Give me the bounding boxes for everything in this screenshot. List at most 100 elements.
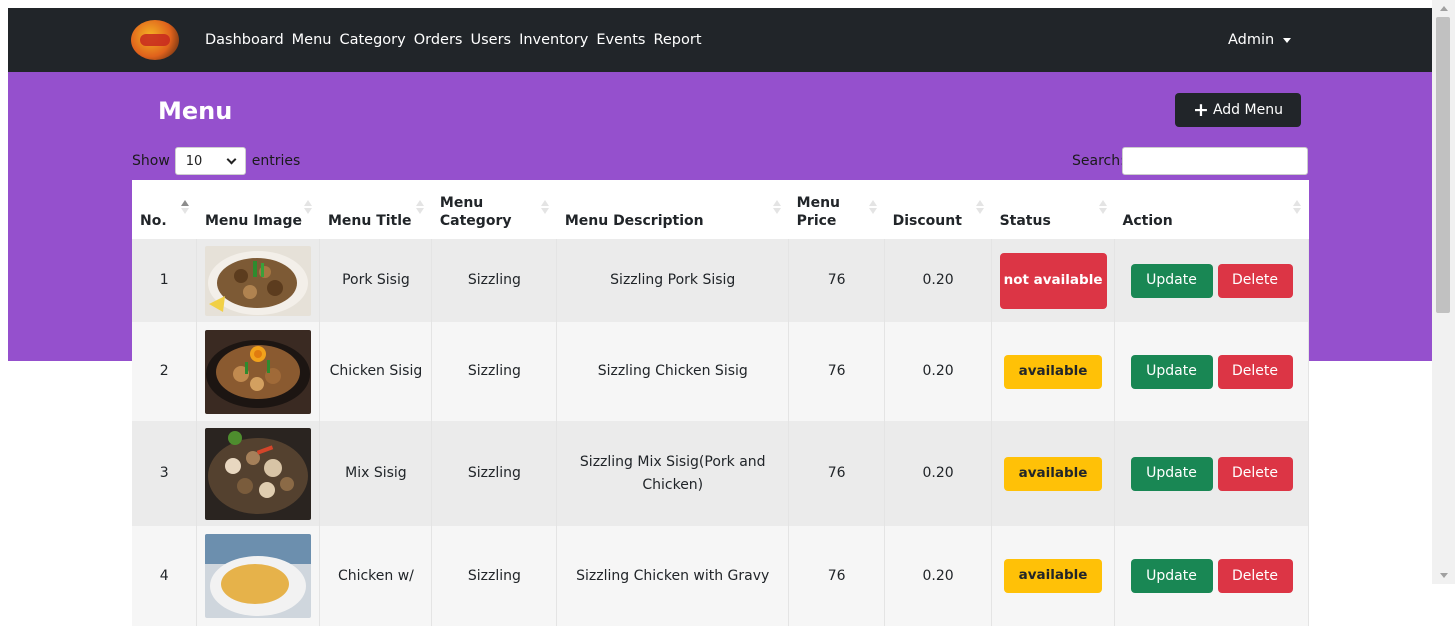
add-menu-button[interactable]: + Add Menu	[1175, 93, 1301, 127]
cell-title: Chicken w/	[319, 526, 433, 626]
sort-icon	[415, 200, 424, 216]
cell-price: 76	[788, 421, 886, 526]
table-row: 1 Pork Sisig Sizzling Sizzling Pork Sisi…	[132, 239, 1309, 322]
nav-link-category[interactable]: Category	[339, 32, 405, 48]
cell-price: 76	[788, 322, 886, 421]
page-title: Menu	[158, 97, 233, 125]
admin-label: Admin	[1228, 32, 1275, 48]
cell-description: Sizzling Mix Sisig(Pork and Chicken)	[556, 421, 790, 526]
sort-icon	[975, 200, 984, 216]
nav-link-dashboard[interactable]: Dashboard	[205, 32, 284, 48]
cell-status: available	[991, 421, 1116, 526]
cell-status: not available	[991, 239, 1116, 322]
sort-icon	[303, 200, 312, 216]
chicken-sisig-image	[205, 329, 312, 414]
update-button[interactable]: Update	[1130, 456, 1213, 491]
cell-discount: 0.20	[884, 526, 993, 626]
cell-image	[196, 239, 321, 322]
admin-dropdown[interactable]: Admin	[1228, 8, 1292, 72]
cell-image	[196, 526, 321, 626]
delete-button[interactable]: Delete	[1217, 559, 1293, 593]
cell-category: Sizzling	[431, 239, 558, 322]
cell-title: Mix Sisig	[319, 421, 433, 526]
entries-label: entries	[251, 153, 301, 169]
logo-emblem	[140, 34, 170, 46]
header-menu-category[interactable]: Menu Category	[431, 180, 557, 239]
add-menu-label: Add Menu	[1212, 102, 1283, 118]
sort-icon	[868, 200, 877, 216]
update-button[interactable]: Update	[1130, 263, 1213, 298]
cell-no: 4	[132, 526, 198, 626]
cell-no: 2	[132, 322, 198, 421]
cell-image	[196, 421, 321, 526]
cell-category: Sizzling	[431, 322, 558, 421]
top-navbar: Dashboard Menu Category Orders Users Inv…	[8, 8, 1432, 72]
header-menu-description[interactable]: Menu Description	[556, 180, 789, 239]
header-discount[interactable]: Discount	[884, 180, 992, 239]
table-row: 4 Chicken w/ Sizzling Sizzling Chicken w…	[132, 526, 1309, 626]
plus-icon: +	[1193, 98, 1209, 121]
delete-button[interactable]: Delete	[1217, 263, 1293, 298]
cell-action: Update Delete	[1114, 421, 1309, 526]
header-action[interactable]: Action	[1114, 180, 1309, 239]
entries-control: Show 10 entries	[132, 147, 300, 175]
show-label: Show	[132, 153, 170, 169]
header-menu-price[interactable]: Menu Price	[788, 180, 885, 239]
cell-discount: 0.20	[884, 239, 993, 322]
entries-value: 10	[185, 153, 203, 169]
header-menu-image[interactable]: Menu Image	[196, 180, 320, 239]
cell-description: Sizzling Pork Sisig	[556, 239, 790, 322]
scrollbar-thumb[interactable]	[1436, 17, 1450, 313]
update-button[interactable]: Update	[1130, 559, 1213, 593]
cell-status: available	[991, 322, 1116, 421]
status-badge: not available	[999, 252, 1107, 309]
cell-description: Sizzling Chicken Sisig	[556, 322, 790, 421]
nav-link-inventory[interactable]: Inventory	[519, 32, 588, 48]
pork-sisig-image	[205, 245, 312, 316]
search-input[interactable]	[1122, 147, 1308, 175]
cell-category: Sizzling	[431, 526, 558, 626]
cell-action: Update Delete	[1114, 239, 1309, 322]
window-top-strip	[0, 0, 1432, 8]
cell-category: Sizzling	[431, 421, 558, 526]
cell-description: Sizzling Chicken with Gravy	[556, 526, 790, 626]
delete-button[interactable]: Delete	[1217, 456, 1293, 491]
cell-no: 3	[132, 421, 198, 526]
scroll-down-arrow-icon[interactable]	[1440, 573, 1448, 578]
table-row: 2 Chicken Sisig Sizzling Sizzling Chicke…	[132, 322, 1309, 421]
sort-icon	[1292, 200, 1301, 216]
cell-title: Pork Sisig	[319, 239, 433, 322]
nav-link-report[interactable]: Report	[653, 32, 701, 48]
cell-price: 76	[788, 526, 886, 626]
cell-discount: 0.20	[884, 421, 993, 526]
chevron-down-icon	[226, 154, 237, 164]
sort-icon	[772, 200, 781, 216]
brand-logo[interactable]	[131, 20, 179, 60]
table-row: 3 Mix Sisig Sizzling Sizzling Mix Sisig(…	[132, 421, 1309, 526]
cell-image	[196, 322, 321, 421]
nav-link-events[interactable]: Events	[596, 32, 645, 48]
update-button[interactable]: Update	[1130, 354, 1213, 389]
status-badge: available	[1004, 354, 1103, 389]
entries-select[interactable]: 10	[174, 147, 246, 175]
cell-action: Update Delete	[1114, 526, 1309, 626]
status-badge: available	[1004, 456, 1103, 491]
header-no[interactable]: No.	[132, 180, 197, 239]
header-status[interactable]: Status	[991, 180, 1115, 239]
cell-no: 1	[132, 239, 198, 322]
cell-status: available	[991, 526, 1116, 626]
nav-link-orders[interactable]: Orders	[414, 32, 463, 48]
sort-ascending-icon	[180, 200, 189, 216]
nav-link-users[interactable]: Users	[470, 32, 511, 48]
delete-button[interactable]: Delete	[1217, 354, 1293, 389]
vertical-scrollbar[interactable]	[1432, 0, 1455, 584]
nav-link-menu[interactable]: Menu	[292, 32, 332, 48]
header-menu-title[interactable]: Menu Title	[319, 180, 432, 239]
mix-sisig-image	[205, 427, 312, 520]
chicken-gravy-image	[205, 534, 312, 618]
sort-icon	[540, 200, 549, 216]
scroll-up-arrow-icon[interactable]	[1440, 6, 1448, 11]
cell-discount: 0.20	[884, 322, 993, 421]
caret-down-icon	[1283, 38, 1292, 43]
sort-icon	[1098, 200, 1107, 216]
